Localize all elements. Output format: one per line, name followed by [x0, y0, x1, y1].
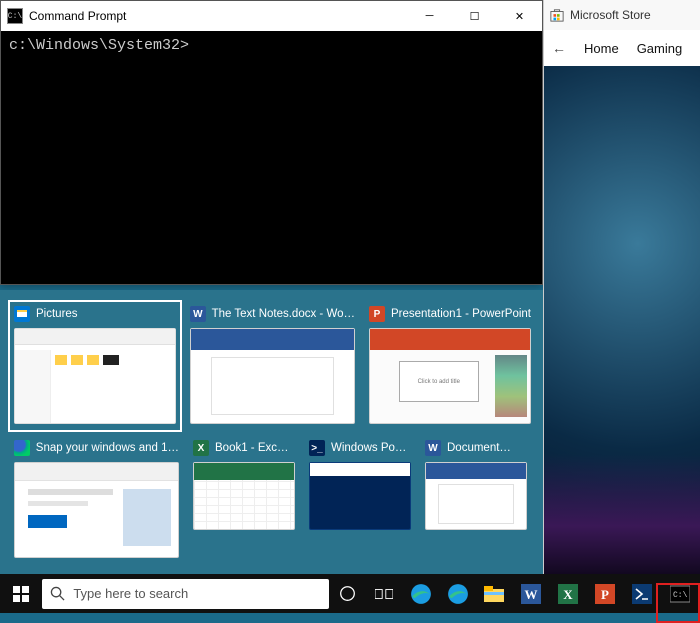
- store-navbar: ← Home Gaming: [544, 30, 700, 66]
- snap-thumbnail: [14, 328, 176, 424]
- excel-icon: X: [193, 440, 209, 456]
- microsoft-store-window[interactable]: Microsoft Store ← Home Gaming: [543, 0, 700, 574]
- edge-icon: [14, 440, 30, 456]
- store-nav-gaming[interactable]: Gaming: [637, 41, 683, 56]
- taskbar-powerpoint[interactable]: P: [586, 574, 623, 613]
- pictures-icon: [14, 306, 30, 322]
- snap-tile-label: Presentation1 - PowerPoint: [391, 308, 531, 320]
- word-icon: W: [190, 306, 206, 322]
- powerpoint-icon: P: [369, 306, 385, 322]
- snap-tile-powershell[interactable]: >_ Windows Po…: [309, 440, 411, 558]
- ppt-slide-placeholder: Click to add title: [399, 361, 479, 402]
- store-hero-image: [544, 66, 700, 574]
- command-prompt-body[interactable]: c:\Windows\System32>: [1, 31, 542, 60]
- snap-tile-excel[interactable]: X Book1 - Exc…: [193, 440, 295, 558]
- snap-tile-label: Book1 - Exc…: [215, 442, 289, 454]
- snap-thumbnail: [14, 462, 179, 558]
- snap-tile-label: The Text Notes.docx - Wo…: [212, 308, 355, 320]
- command-prompt-title: Command Prompt: [29, 9, 126, 23]
- snap-thumbnail: [190, 328, 355, 424]
- cortana-button[interactable]: [329, 574, 366, 613]
- search-placeholder: Type here to search: [73, 586, 188, 601]
- store-icon: [550, 8, 564, 22]
- store-title: Microsoft Store: [570, 8, 651, 22]
- snap-thumbnail: Click to add title: [369, 328, 531, 424]
- highlight-annotation: [656, 583, 700, 623]
- taskbar-search[interactable]: Type here to search: [42, 579, 328, 609]
- maximize-button[interactable]: ☐: [452, 1, 497, 31]
- snap-tile-word-doc[interactable]: W Document…: [425, 440, 527, 558]
- taskbar-file-explorer[interactable]: [476, 574, 513, 613]
- snap-tile-pictures[interactable]: Pictures: [14, 306, 176, 426]
- powershell-icon: >_: [309, 440, 325, 456]
- snap-thumbnail: [309, 462, 411, 530]
- snap-thumbnail: [193, 462, 295, 530]
- store-titlebar[interactable]: Microsoft Store: [544, 0, 700, 30]
- taskbar-edge-2[interactable]: [439, 574, 476, 613]
- task-view-button[interactable]: [366, 574, 403, 613]
- search-icon: [50, 586, 65, 601]
- taskbar-edge[interactable]: [402, 574, 439, 613]
- word-icon: W: [425, 440, 441, 456]
- snap-tile-powerpoint[interactable]: P Presentation1 - PowerPoint Click to ad…: [369, 306, 531, 426]
- minimize-button[interactable]: ─: [407, 1, 452, 31]
- close-button[interactable]: ✕: [497, 1, 542, 31]
- command-prompt-window[interactable]: C:\ Command Prompt ─ ☐ ✕ c:\Windows\Syst…: [0, 0, 543, 285]
- store-nav-home[interactable]: Home: [584, 41, 619, 56]
- taskbar: Type here to search W X P C:\: [0, 574, 700, 613]
- command-prompt-titlebar[interactable]: C:\ Command Prompt ─ ☐ ✕: [1, 1, 542, 31]
- snap-tile-word-notes[interactable]: W The Text Notes.docx - Wo…: [190, 306, 355, 426]
- taskbar-powershell[interactable]: [623, 574, 660, 613]
- start-button[interactable]: [0, 574, 42, 613]
- back-icon[interactable]: ←: [552, 40, 566, 56]
- windows-logo-icon: [13, 586, 29, 602]
- snap-assist-overlay: Pictures W The Text Notes.docx - Wo… P P…: [0, 290, 543, 574]
- snap-tile-edge[interactable]: Snap your windows and 1…: [14, 440, 179, 558]
- snap-thumbnail: [425, 462, 527, 530]
- taskbar-word[interactable]: W: [513, 574, 550, 613]
- snap-tile-label: Snap your windows and 1…: [36, 442, 179, 454]
- snap-tile-label: Windows Po…: [331, 442, 406, 454]
- snap-tile-label: Document…: [447, 442, 511, 454]
- svg-text:W: W: [525, 587, 538, 602]
- command-prompt-icon: C:\: [7, 8, 23, 24]
- taskbar-excel[interactable]: X: [550, 574, 587, 613]
- svg-text:X: X: [563, 587, 573, 602]
- svg-text:P: P: [601, 587, 609, 602]
- snap-tile-label: Pictures: [36, 308, 78, 320]
